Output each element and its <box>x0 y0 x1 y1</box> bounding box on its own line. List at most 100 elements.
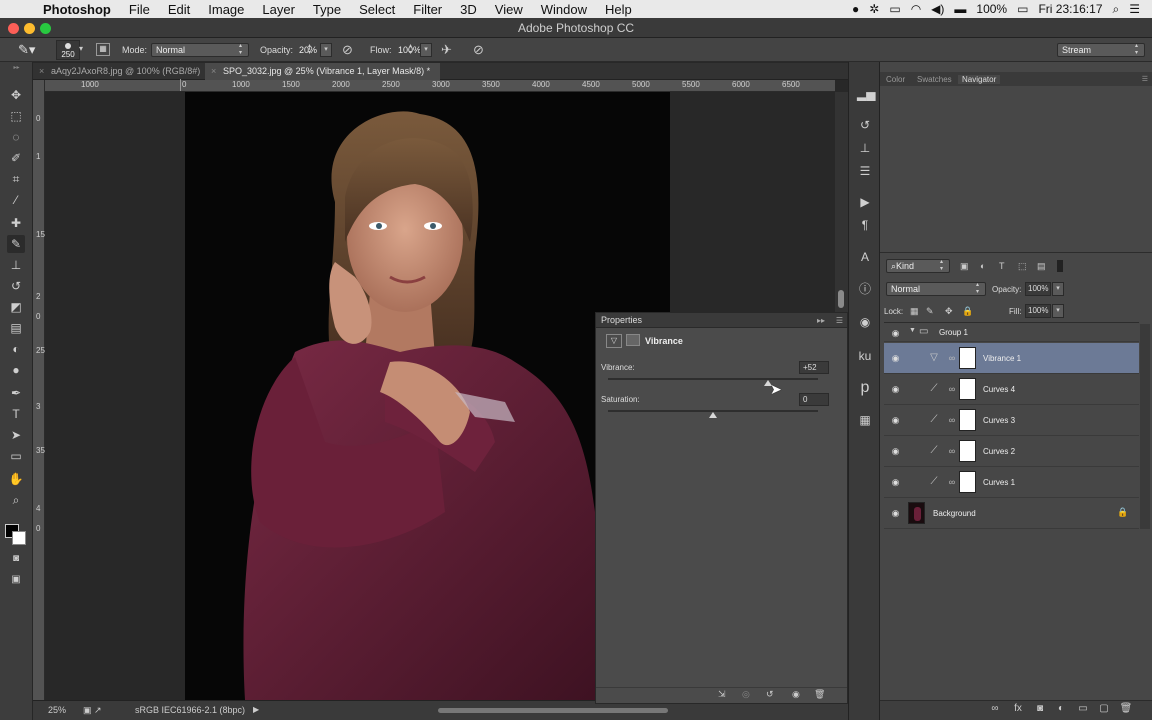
visibility-eye-icon[interactable]: ◉ <box>890 477 901 487</box>
volume-icon[interactable]: ◀) <box>931 2 944 16</box>
zoom-level[interactable]: 25% <box>48 705 66 715</box>
airbrush-icon[interactable]: ✈ <box>441 42 452 58</box>
shape-tool-icon[interactable]: ▭ <box>7 447 25 465</box>
layer-blend-mode-dropdown[interactable]: Normal <box>886 282 986 296</box>
dodge-tool-icon[interactable]: ● <box>7 361 25 379</box>
document-tab-2[interactable]: × SPO_3032.jpg @ 25% (Vibrance 1, Layer … <box>205 63 440 80</box>
blur-tool-icon[interactable]: ◐ <box>7 340 25 358</box>
pen-tool-icon[interactable]: ✒ <box>7 384 25 402</box>
group-disclosure-icon[interactable]: ▼ <box>909 327 916 334</box>
menu-3d[interactable]: 3D <box>451 2 486 17</box>
layers-scrollbar[interactable] <box>1140 324 1150 529</box>
wifi-icon[interactable]: ◠ <box>911 2 921 16</box>
battery-icon[interactable]: ▭ <box>1017 2 1028 16</box>
layer-mask-thumbnail[interactable] <box>959 378 976 400</box>
lock-position-icon[interactable]: ✥ <box>945 306 953 317</box>
marquee-tool-icon[interactable]: ⬚ <box>7 107 25 125</box>
menu-layer[interactable]: Layer <box>253 2 304 17</box>
spotlight-icon[interactable]: ⌕ <box>1113 2 1120 17</box>
saturation-value-input[interactable]: 0 <box>799 393 829 406</box>
link-layers-icon[interactable]: ∞ <box>988 703 1002 715</box>
type-tool-icon[interactable]: T <box>7 405 25 423</box>
healing-brush-tool-icon[interactable]: ✚ <box>7 214 25 232</box>
visibility-eye-icon[interactable]: ◉ <box>890 328 901 338</box>
status-menu-arrow-icon[interactable]: ▶ <box>253 705 259 714</box>
mask-link-icon[interactable]: ∞ <box>948 445 956 457</box>
visibility-eye-icon[interactable]: ◉ <box>890 446 901 456</box>
tab-swatches[interactable]: Swatches <box>917 75 952 84</box>
fill-slider-toggle[interactable]: ▾ <box>1052 304 1064 318</box>
notification-center-icon[interactable]: ☰ <box>1129 2 1140 16</box>
layer-style-fx-icon[interactable]: fx <box>1011 703 1025 715</box>
layer-opacity-input[interactable]: 100% <box>1025 282 1051 296</box>
actions-play-icon[interactable]: ▶ <box>857 194 873 210</box>
opacity-input[interactable]: 20% <box>294 43 318 57</box>
view-previous-state-icon[interactable]: ◎ <box>742 689 750 700</box>
histogram-icon[interactable]: ▂▅ <box>857 86 875 102</box>
plugin-p-icon[interactable]: p <box>857 380 873 396</box>
info-icon[interactable]: ⓘ <box>857 281 873 297</box>
vibrance-slider-track[interactable] <box>608 378 818 380</box>
menu-edit[interactable]: Edit <box>159 2 199 17</box>
record-icon[interactable]: ● <box>852 2 859 16</box>
pressure-size-icon[interactable]: ⊘ <box>473 42 484 58</box>
brush-tool-icon[interactable]: ✎ <box>7 235 25 253</box>
collapse-panel-icon[interactable]: ▸▸ <box>817 313 825 328</box>
kuler-icon[interactable]: ku <box>857 348 873 364</box>
new-layer-icon[interactable]: ▢ <box>1097 703 1111 715</box>
flag-icon[interactable]: ▬ <box>954 2 966 16</box>
clone-stamp-tool-icon[interactable]: ⊥ <box>7 256 25 274</box>
hand-tool-icon[interactable]: ✋ <box>7 470 25 488</box>
layer-comps-icon[interactable]: ▦ <box>857 412 873 428</box>
mask-link-icon[interactable]: ∞ <box>948 352 956 364</box>
tools-collapse-icon[interactable]: ▸▸ <box>0 64 33 71</box>
lasso-tool-icon[interactable]: ◌ <box>7 128 25 146</box>
keyboard-icon[interactable]: ▭ <box>889 2 900 16</box>
history-icon[interactable]: ↺ <box>857 117 873 133</box>
tab-navigator[interactable]: Navigator <box>958 75 1001 84</box>
panel-menu-icon[interactable]: ☰ <box>1142 75 1148 83</box>
mask-link-icon[interactable]: ∞ <box>948 383 956 395</box>
workspace-dropdown[interactable]: Stream <box>1057 43 1145 57</box>
menu-view[interactable]: View <box>486 2 532 17</box>
reset-adjustment-icon[interactable]: ↺ <box>766 689 774 700</box>
mode-dropdown[interactable]: Normal <box>151 43 249 57</box>
visibility-eye-icon[interactable]: ◉ <box>890 415 901 425</box>
close-tab-icon[interactable]: × <box>39 63 44 80</box>
brush-tool-preset-icon[interactable]: ✎▾ <box>18 42 40 58</box>
lock-pixels-icon[interactable]: ✎ <box>926 306 934 317</box>
scrollbar-thumb[interactable] <box>838 290 844 308</box>
mask-link-icon[interactable]: ∞ <box>948 414 956 426</box>
clock[interactable]: Fri 23:16:17 <box>1038 2 1102 16</box>
menu-app-name[interactable]: Photoshop <box>34 2 120 17</box>
lock-transparency-icon[interactable]: ▦ <box>910 306 919 317</box>
paragraph-icon[interactable]: ¶ <box>857 217 873 233</box>
new-group-icon[interactable]: ▭ <box>1076 703 1090 715</box>
layer-row-curves[interactable]: ◉ ⟋ ∞ Curves 1 <box>884 467 1139 498</box>
lock-all-icon[interactable]: 🔒 <box>962 306 973 317</box>
visibility-eye-icon[interactable]: ◉ <box>890 384 901 394</box>
zoom-tool-icon[interactable]: ⌕ <box>7 491 25 509</box>
layer-mask-icon[interactable] <box>626 334 640 346</box>
menu-help[interactable]: Help <box>596 2 641 17</box>
layer-opacity-slider-toggle[interactable]: ▾ <box>1052 282 1064 296</box>
panel-menu-icon[interactable]: ☰ <box>836 313 843 328</box>
eyedropper-tool-icon[interactable]: ⁄ <box>7 191 25 209</box>
canvas-horizontal-scrollbar[interactable] <box>438 708 668 713</box>
move-tool-icon[interactable]: ✥ <box>7 86 25 104</box>
vibrance-value-input[interactable]: +52 <box>799 361 829 374</box>
saturation-slider-thumb[interactable] <box>709 412 717 418</box>
brush-size-picker[interactable]: 250 <box>56 40 80 60</box>
visibility-eye-icon[interactable]: ◉ <box>890 353 901 363</box>
brightness-icon[interactable]: ✲ <box>869 2 879 16</box>
filter-type-icon[interactable]: T <box>999 261 1005 271</box>
zoom-window-button[interactable] <box>40 23 51 34</box>
character-icon[interactable]: A <box>857 249 873 265</box>
quick-select-tool-icon[interactable]: ✐ <box>7 149 25 167</box>
mask-link-icon[interactable]: ∞ <box>948 476 956 488</box>
clip-to-layer-icon[interactable]: ⇲ <box>718 689 726 700</box>
screen-mode-icon[interactable]: ▣ <box>7 571 25 589</box>
background-color-swatch[interactable] <box>12 531 26 545</box>
filter-shape-icon[interactable]: ⬚ <box>1018 261 1027 272</box>
menu-type[interactable]: Type <box>304 2 350 17</box>
